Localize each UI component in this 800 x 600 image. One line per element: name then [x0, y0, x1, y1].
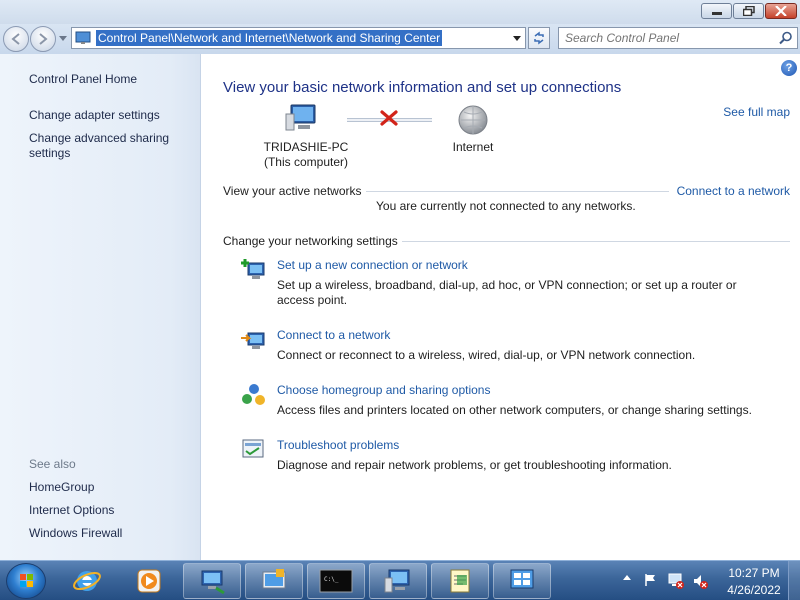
see-also-heading: See also	[29, 457, 76, 471]
divider	[366, 191, 669, 192]
internet-explorer-icon	[73, 571, 101, 591]
setup-connection-link[interactable]: Set up a new connection or network	[277, 258, 468, 272]
close-icon	[775, 6, 787, 16]
connect-to-network-link[interactable]: Connect to a network	[677, 184, 790, 198]
navigation-bar: Control Panel\Network and Internet\Netwo…	[0, 24, 800, 54]
computer-sublabel: (This computer)	[263, 155, 349, 169]
address-dropdown[interactable]	[512, 33, 522, 43]
action-center-flag-icon[interactable]	[643, 573, 657, 587]
windows-firewall-link[interactable]: Windows Firewall	[29, 526, 122, 541]
network-center-button[interactable]	[493, 563, 551, 599]
computer-label: TRIDASHIE-PC (This computer)	[246, 140, 366, 170]
title-bar	[0, 0, 800, 24]
taskbar: C:\_ 10:27 PM 4/26/2022	[0, 560, 800, 600]
homegroup-options-description: Access files and printers located on oth…	[277, 403, 752, 417]
search-box[interactable]	[558, 27, 798, 49]
setup-connection-description: Set up a wireless, broadband, dial-up, a…	[277, 278, 737, 307]
network-computer-icon	[201, 570, 225, 595]
chevron-down-icon	[59, 35, 67, 41]
computer-name: TRIDASHIE-PC	[263, 140, 349, 154]
internet-globe-icon	[458, 105, 488, 135]
change-adapter-settings-link[interactable]: Change adapter settings	[29, 108, 160, 123]
start-button[interactable]	[6, 563, 46, 599]
change-advanced-sharing-link[interactable]: Change advanced sharing settings	[29, 131, 189, 161]
internet-explorer-button[interactable]	[58, 563, 116, 599]
recent-pages-button[interactable]	[58, 33, 68, 43]
chevron-down-icon	[513, 35, 521, 41]
page-title: View your basic network information and …	[223, 79, 622, 96]
control-panel-icon	[262, 569, 286, 589]
homegroup-icon	[242, 384, 265, 405]
notepad-icon	[450, 569, 470, 593]
show-hidden-icons-icon[interactable]	[622, 573, 632, 583]
internet-label: Internet	[452, 140, 494, 154]
command-prompt-button[interactable]: C:\_	[307, 563, 365, 599]
system-tray: 10:27 PM 4/26/2022	[612, 561, 800, 600]
connect-network-link[interactable]: Connect to a network	[277, 328, 390, 342]
troubleshoot-link[interactable]: Troubleshoot problems	[277, 438, 399, 452]
back-button[interactable]	[3, 26, 29, 52]
notepad-button[interactable]	[431, 563, 489, 599]
search-input[interactable]	[565, 31, 765, 45]
show-desktop-button[interactable]	[788, 561, 800, 600]
sidebar: Control Panel Home Change adapter settin…	[0, 54, 201, 560]
connect-network-description: Connect or reconnect to a wireless, wire…	[277, 348, 696, 362]
computer-button[interactable]	[369, 563, 427, 599]
see-full-map-link[interactable]: See full map	[723, 105, 790, 119]
close-button[interactable]	[765, 3, 797, 19]
clock-time[interactable]: 10:27 PM	[719, 566, 789, 580]
minimize-icon	[711, 12, 722, 15]
back-arrow-icon	[11, 33, 20, 45]
address-bar[interactable]: Control Panel\Network and Internet\Netwo…	[71, 27, 526, 49]
connect-network-icon	[241, 332, 265, 349]
minimize-button[interactable]	[701, 3, 732, 19]
internet-options-link[interactable]: Internet Options	[29, 503, 114, 518]
clock-date[interactable]: 4/26/2022	[719, 583, 789, 597]
media-player-button[interactable]	[120, 563, 178, 599]
restore-icon	[742, 6, 755, 16]
homegroup-options-link[interactable]: Choose homegroup and sharing options	[277, 383, 490, 397]
svg-text:C:\_: C:\_	[324, 576, 339, 583]
help-icon[interactable]: ?	[781, 60, 797, 76]
forward-button[interactable]	[30, 26, 56, 52]
windows-logo-icon	[20, 574, 33, 587]
homegroup-link[interactable]: HomeGroup	[29, 480, 94, 495]
active-networks-heading: View your active networks	[223, 184, 362, 198]
change-settings-heading: Change your networking settings	[223, 234, 398, 248]
restore-button[interactable]	[733, 3, 764, 19]
network-center-icon	[510, 569, 534, 589]
volume-muted-icon[interactable]	[692, 573, 708, 589]
disconnected-x-icon[interactable]	[380, 110, 398, 126]
control-panel-button[interactable]	[245, 563, 303, 599]
address-text[interactable]: Control Panel\Network and Internet\Netwo…	[96, 30, 443, 46]
troubleshoot-description: Diagnose and repair network problems, or…	[277, 458, 672, 472]
forward-arrow-icon	[39, 33, 48, 45]
computer-icon	[384, 569, 410, 593]
network-folder-icon	[75, 31, 91, 44]
network-status-icon[interactable]	[668, 573, 684, 589]
network-computer-button[interactable]	[183, 563, 241, 599]
search-icon[interactable]	[779, 31, 793, 45]
new-connection-icon	[241, 259, 265, 279]
command-prompt-icon: C:\_	[319, 569, 353, 593]
control-panel-home-link[interactable]: Control Panel Home	[29, 72, 137, 87]
troubleshoot-icon	[242, 439, 264, 458]
main-content: ? View your basic network information an…	[201, 54, 800, 560]
not-connected-message: You are currently not connected to any n…	[376, 199, 636, 213]
refresh-button[interactable]	[528, 27, 550, 49]
divider	[402, 241, 790, 242]
refresh-icon	[534, 31, 544, 45]
computer-icon[interactable]	[285, 104, 319, 134]
media-player-icon	[137, 569, 161, 593]
